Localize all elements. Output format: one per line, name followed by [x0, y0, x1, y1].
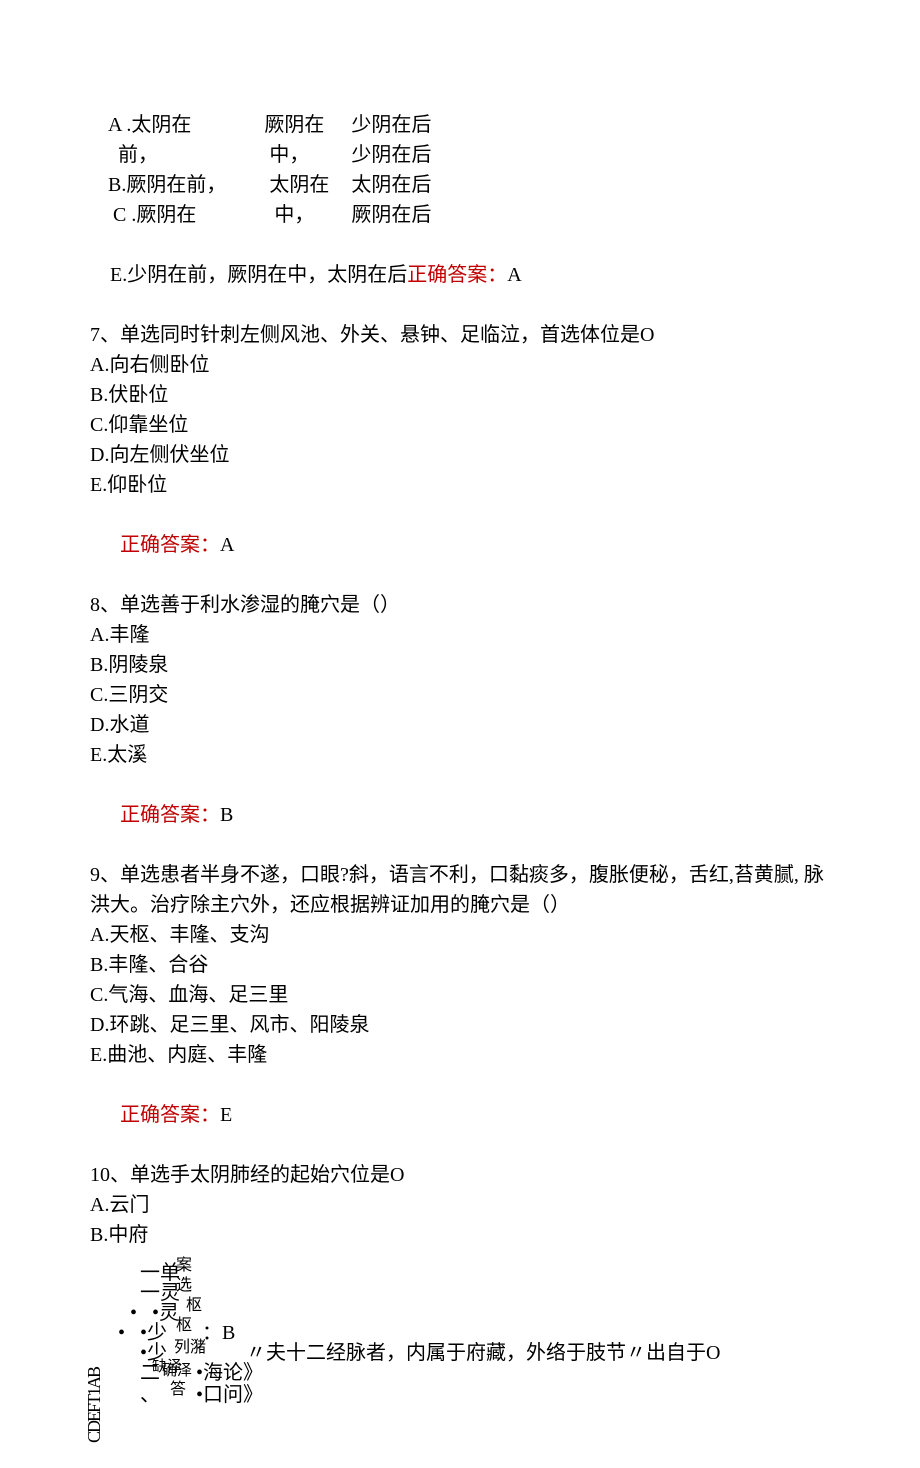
q9-answer-value: E	[220, 1104, 232, 1126]
garbled-block: CDEFT1AB 一单 案 一灵 选 • •灵 枢 • •少 枢 ：B •少 列…	[90, 1258, 830, 1428]
q7-opt-e: E.仰卧位	[90, 470, 830, 500]
q6-col3-l3: 太阴在后	[351, 170, 431, 200]
q8-opt-e: E.太溪	[90, 740, 830, 770]
q7-answer-label: 正确答案：	[120, 534, 220, 556]
q6-col3: 少阴在后 少阴在后 太阴在后 厥阴在后	[329, 110, 431, 230]
q7: 7、单选同时针刺左侧风池、外关、悬钟、足临泣，首选体位是O A.向右侧卧位 B.…	[90, 320, 830, 590]
q7-stem: 7、单选同时针刺左侧风池、外关、悬钟、足临泣，首选体位是O	[90, 320, 830, 350]
q8-answer-value: B	[220, 804, 233, 826]
q6-col1-l4: C .厥阴在	[108, 200, 226, 230]
q9-opt-a: A.天枢、丰隆、支沟	[90, 920, 830, 950]
q7-answer-value: A	[220, 534, 234, 556]
q9-opt-e: E.曲池、内庭、丰隆	[90, 1040, 830, 1070]
q6-col1-l1: A .太阴在	[108, 110, 226, 140]
q6-option-e: E.少阴在前，厥阴在中，太阴在后	[110, 264, 407, 286]
q9-answer-line: 正确答案：E	[90, 1070, 830, 1160]
g-l4c: ：B	[202, 1318, 235, 1348]
q6-option-e-line: E.少阴在前，厥阴在中，太阴在后正确答案：A	[90, 230, 830, 320]
q7-opt-a: A.向右侧卧位	[90, 350, 830, 380]
g-phrase: 〃夫十二经脉者，内属于府藏，外络于肢节〃出自于O	[246, 1338, 720, 1368]
g-l7a: 、	[140, 1380, 160, 1410]
q10-opt-a: A.云门	[90, 1190, 830, 1220]
q6-answer-value: A	[507, 264, 521, 286]
q7-opt-d: D.向左侧伏坐位	[90, 440, 830, 470]
q6-col1: A .太阴在 前， B.厥阴在前， C .厥阴在	[90, 110, 226, 230]
q6-col2-l2: 中，	[264, 140, 329, 170]
q6-col2-l4: 中，	[264, 200, 329, 230]
q9-opt-c: C.气海、血海、足三里	[90, 980, 830, 1010]
q6-col2-l3: 太阴在	[264, 170, 329, 200]
q8-opt-b: B.阴陵泉	[90, 650, 830, 680]
q10-stem: 10、单选手太阴肺经的起始穴位是O	[90, 1160, 830, 1190]
g-bullet2: •	[118, 1318, 125, 1348]
q6-option-grid: A .太阴在 前， B.厥阴在前， C .厥阴在 厥阴在 中， 太阴在 中， 少…	[90, 110, 830, 230]
q6-col1-l3: B.厥阴在前，	[108, 170, 226, 200]
rotated-text: CDEFT1AB	[81, 1368, 108, 1443]
g-bullet1: •	[130, 1298, 137, 1328]
q10-opt-b: B.中府	[90, 1220, 830, 1250]
page: A .太阴在 前， B.厥阴在前， C .厥阴在 厥阴在 中， 太阴在 中， 少…	[0, 0, 920, 1468]
q6-col1-l2: 前，	[108, 140, 226, 170]
q8-answer-label: 正确答案：	[120, 804, 220, 826]
g-l7b: 答	[170, 1378, 186, 1402]
g-l7c: •口问》	[196, 1380, 263, 1410]
q8-opt-d: D.水道	[90, 710, 830, 740]
q6-col3-l2: 少阴在后	[351, 140, 431, 170]
q6-col3-l4: 厥阴在后	[351, 200, 431, 230]
q9-stem: 9、单选患者半身不遂，口眼?斜，语言不利，口黏痰多，腹胀便秘，舌红,苔黄腻, 脉…	[90, 860, 830, 920]
q7-opt-b: B.伏卧位	[90, 380, 830, 410]
q6-col2-l1: 厥阴在	[264, 110, 329, 140]
q8-opt-a: A.丰隆	[90, 620, 830, 650]
q10: 10、单选手太阴肺经的起始穴位是O A.云门 B.中府	[90, 1160, 830, 1250]
q6-answer-label: 正确答案：	[407, 264, 507, 286]
g-l4b: 枢	[176, 1314, 192, 1338]
q7-answer-line: 正确答案：A	[90, 500, 830, 590]
q6-col3-l1: 少阴在后	[351, 110, 431, 140]
q9-answer-label: 正确答案：	[120, 1104, 220, 1126]
q9-opt-b: B.丰隆、合谷	[90, 950, 830, 980]
q8-stem: 8、单选善于利水渗湿的腌穴是（）	[90, 590, 830, 620]
q9-opt-d: D.环跳、足三里、风市、阳陵泉	[90, 1010, 830, 1040]
q7-opt-c: C.仰靠坐位	[90, 410, 830, 440]
q8-answer-line: 正确答案：B	[90, 770, 830, 860]
q6-col2: 厥阴在 中， 太阴在 中，	[226, 110, 329, 230]
q9: 9、单选患者半身不遂，口眼?斜，语言不利，口黏痰多，腹胀便秘，舌红,苔黄腻, 脉…	[90, 860, 830, 1160]
q8: 8、单选善于利水渗湿的腌穴是（） A.丰隆 B.阴陵泉 C.三阴交 D.水道 E…	[90, 590, 830, 860]
q8-opt-c: C.三阴交	[90, 680, 830, 710]
